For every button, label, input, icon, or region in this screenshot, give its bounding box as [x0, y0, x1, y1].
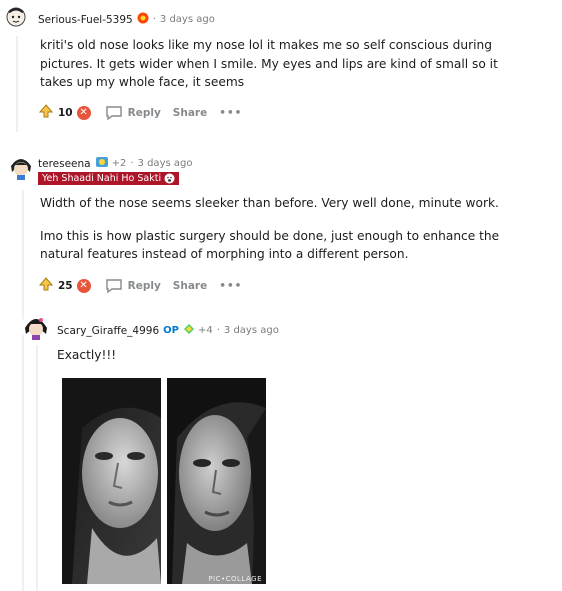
- op-badge: OP: [163, 325, 179, 336]
- photo-left: [62, 378, 161, 584]
- reply-label: Reply: [127, 106, 161, 119]
- timestamp[interactable]: 3 days ago: [138, 158, 193, 169]
- comment-actions: 10 ✕ Reply Share •••: [38, 103, 254, 122]
- timestamp[interactable]: 3 days ago: [224, 325, 279, 336]
- comment-actions: 25 ✕ Reply Share •••: [38, 276, 254, 295]
- comment-meta: Scary_Giraffe_4996 OP +4 · 3 days ago: [57, 323, 279, 338]
- flair-text: Yeh Shaadi Nahi Ho Sakti: [42, 173, 162, 184]
- comment-bubble-icon: [105, 105, 122, 120]
- award-count: +2: [111, 158, 127, 169]
- downvote-icon[interactable]: ✕: [76, 105, 91, 120]
- vote-score: 10: [58, 106, 73, 119]
- upvote-icon[interactable]: [38, 103, 54, 122]
- photo-right: PIC•COLLAGE: [167, 378, 266, 584]
- comment-paragraph: Imo this is how plastic surgery should b…: [40, 228, 500, 262]
- reply-button[interactable]: Reply: [105, 105, 161, 121]
- comment-meta: Serious-Fuel-5395 · 3 days ago: [38, 12, 215, 27]
- separator: ·: [130, 158, 134, 169]
- award-icon: [137, 12, 149, 27]
- comment-paragraph: Exactly!!!: [57, 348, 117, 362]
- reply-button[interactable]: Reply: [105, 278, 161, 294]
- comment-bubble-icon: [105, 278, 122, 293]
- image-watermark: PIC•COLLAGE: [208, 575, 262, 583]
- comment-body: Width of the nose seems sleeker than bef…: [40, 194, 520, 264]
- author-name[interactable]: tereseena: [38, 158, 91, 170]
- vote-score: 25: [58, 279, 73, 292]
- avatar[interactable]: [6, 152, 36, 182]
- avatar[interactable]: [21, 312, 51, 342]
- separator: ·: [152, 14, 156, 25]
- avatar[interactable]: [3, 3, 29, 29]
- author-name[interactable]: Serious-Fuel-5395: [38, 14, 133, 26]
- comment-body: kriti's old nose looks like my nose lol …: [40, 36, 530, 92]
- more-icon[interactable]: •••: [219, 107, 242, 119]
- user-flair: Yeh Shaadi Nahi Ho Sakti: [38, 172, 180, 185]
- more-icon[interactable]: •••: [219, 280, 242, 292]
- comment-image[interactable]: PIC•COLLAGE: [62, 378, 266, 584]
- thread-line[interactable]: [22, 190, 24, 591]
- timestamp[interactable]: 3 days ago: [160, 14, 215, 25]
- thread-line[interactable]: [36, 345, 38, 591]
- comment-paragraph: kriti's old nose looks like my nose lol …: [40, 38, 498, 89]
- share-label: Share: [172, 106, 208, 119]
- award-count: +4: [197, 325, 213, 336]
- award-icon: [95, 156, 109, 171]
- reply-label: Reply: [127, 279, 161, 292]
- share-button[interactable]: Share: [173, 280, 207, 292]
- separator: ·: [216, 325, 220, 336]
- share-button[interactable]: Share: [173, 107, 207, 119]
- thread-line[interactable]: [16, 36, 18, 132]
- flair-emoji-icon: [164, 173, 175, 184]
- share-label: Share: [172, 279, 208, 292]
- award-icon: [183, 323, 195, 338]
- upvote-icon[interactable]: [38, 276, 54, 295]
- author-name[interactable]: Scary_Giraffe_4996: [57, 325, 159, 337]
- downvote-icon[interactable]: ✕: [76, 278, 91, 293]
- comment-body: Exactly!!!: [57, 346, 457, 365]
- comment-meta: tereseena +2 · 3 days ago: [38, 156, 192, 171]
- comment-paragraph: Width of the nose seems sleeker than bef…: [40, 196, 499, 210]
